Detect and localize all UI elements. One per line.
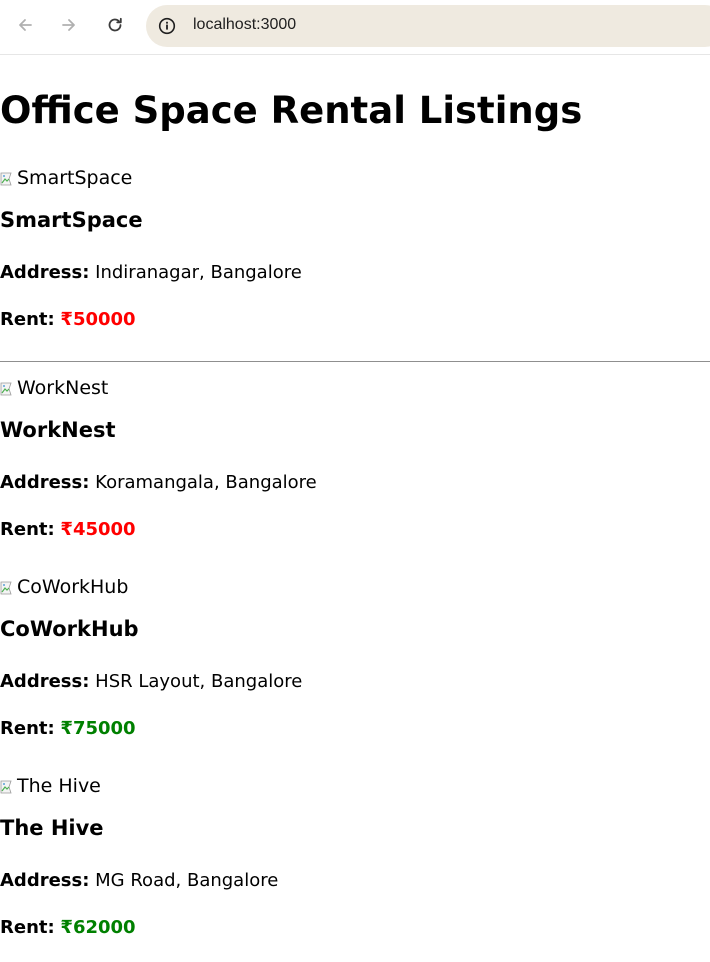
listing-name: SmartSpace <box>0 208 143 232</box>
listing-image: CoWorkHub <box>0 576 128 598</box>
image-alt-text: WorkNest <box>17 377 109 399</box>
listing-rent: Rent: ₹75000 <box>0 718 136 740</box>
rent-label: Rent: <box>0 718 55 739</box>
address-value: HSR Layout, Bangalore <box>95 671 303 692</box>
address-value: Koramangala, Bangalore <box>95 472 317 493</box>
address-label: Address: <box>0 671 90 692</box>
listing-image: WorkNest <box>0 377 108 399</box>
address-bar[interactable]: localhost:3000 <box>146 5 710 47</box>
listing-name: CoWorkHub <box>0 617 139 641</box>
rent-value: ₹45000 <box>60 519 136 540</box>
forward-button[interactable] <box>54 10 84 40</box>
address-label: Address: <box>0 262 90 283</box>
reload-icon <box>108 17 122 32</box>
listing-rent: Rent: ₹45000 <box>0 519 136 541</box>
broken-image-icon <box>0 579 16 595</box>
page-title: Office Space Rental Listings <box>0 89 583 132</box>
image-alt-text: The Hive <box>17 775 101 797</box>
listing-address: Address: Koramangala, Bangalore <box>0 472 317 494</box>
listing-name: The Hive <box>0 816 104 840</box>
address-label: Address: <box>0 870 90 891</box>
listing-image: The Hive <box>0 775 101 797</box>
arrow-left-icon <box>19 19 32 31</box>
address-label: Address: <box>0 472 90 493</box>
rent-label: Rent: <box>0 309 55 330</box>
listing-rent: Rent: ₹62000 <box>0 917 136 939</box>
rent-label: Rent: <box>0 519 55 540</box>
image-alt-text: CoWorkHub <box>17 576 129 598</box>
url-text[interactable]: localhost:3000 <box>193 16 296 34</box>
browser-toolbar: localhost:3000 <box>0 0 710 55</box>
broken-image-icon <box>0 778 16 794</box>
listing-rent: Rent: ₹50000 <box>0 309 136 331</box>
address-value: MG Road, Bangalore <box>95 870 279 891</box>
broken-image-icon <box>0 380 16 396</box>
rent-label: Rent: <box>0 917 55 938</box>
listing-divider <box>0 361 710 362</box>
rent-value: ₹75000 <box>60 718 136 739</box>
address-value: Indiranagar, Bangalore <box>95 262 302 283</box>
rent-value: ₹62000 <box>60 917 136 938</box>
back-button[interactable] <box>10 10 40 40</box>
image-alt-text: SmartSpace <box>17 167 133 189</box>
site-info-icon[interactable] <box>158 17 176 35</box>
reload-button[interactable] <box>100 10 130 40</box>
broken-image-icon <box>0 170 16 186</box>
rent-value: ₹50000 <box>60 309 136 330</box>
listing-address: Address: HSR Layout, Bangalore <box>0 671 302 693</box>
listing-address: Address: MG Road, Bangalore <box>0 870 278 892</box>
listing-address: Address: Indiranagar, Bangalore <box>0 262 302 284</box>
listing-name: WorkNest <box>0 418 116 442</box>
arrow-right-icon <box>62 19 75 31</box>
listing-image: SmartSpace <box>0 167 132 189</box>
